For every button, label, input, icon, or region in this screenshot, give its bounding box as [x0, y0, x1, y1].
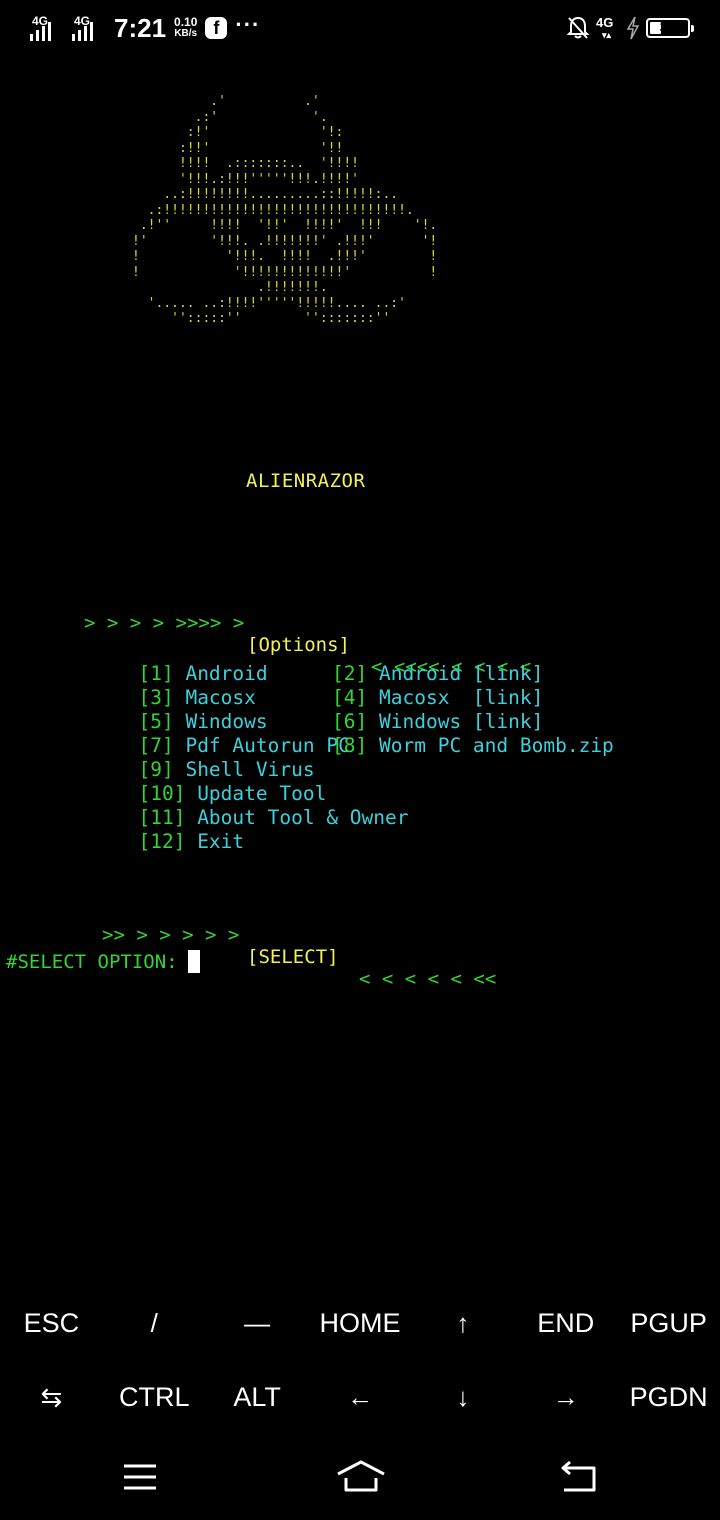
select-banner-left-arrows: >> > > > > > — [102, 924, 240, 946]
key-home[interactable]: HOME — [309, 1286, 412, 1360]
key-alt[interactable]: ALT — [206, 1360, 309, 1434]
menu-row: [7] Pdf Autorun PC [8] Worm PC and Bomb.… — [68, 734, 613, 758]
key-pgdn[interactable]: PGDN — [617, 1360, 720, 1434]
option-3[interactable]: [3] Macosx — [138, 686, 255, 710]
menu-lines-icon[interactable] — [122, 1458, 158, 1498]
select-banner-right-arrows: < < < < < << — [359, 968, 497, 990]
extra-keys-bar: ESC / — HOME ↑ END PGUP ⇆ CTRL ALT ← ↓ →… — [0, 1286, 720, 1434]
menu-row: [1] Android [2] Android [link] — [68, 662, 543, 686]
menu-row: [9] Shell Virus — [68, 758, 314, 782]
option-10[interactable]: [10] Update Tool — [138, 782, 326, 806]
prompt-text: #SELECT OPTION: — [6, 950, 178, 973]
key-tab[interactable]: ⇆ — [0, 1360, 103, 1434]
signal-1-icon: 4G — [30, 15, 64, 41]
option-2[interactable]: [2] Android [link] — [332, 662, 543, 686]
notifications-off-icon — [566, 16, 590, 39]
option-7[interactable]: [7] Pdf Autorun PC — [138, 734, 349, 758]
speed-value: 0.10 — [174, 15, 198, 29]
options-banner-left-arrows: > > > > >>>> > — [84, 612, 245, 634]
select-banner-label: [SELECT] — [247, 946, 339, 968]
more-dots-icon: ··· — [235, 12, 261, 37]
extra-keys-row-2: ⇆ CTRL ALT ← ↓ → PGDN — [0, 1360, 720, 1434]
key-ctrl[interactable]: CTRL — [103, 1360, 206, 1434]
option-11[interactable]: [11] About Tool & Owner — [138, 806, 408, 830]
network-label: 4G — [596, 15, 614, 30]
key-dash[interactable]: — — [206, 1286, 309, 1360]
text-cursor — [187, 950, 200, 973]
option-4[interactable]: [4] Macosx [link] — [332, 686, 543, 710]
mobile-data-icon: 4G ▾▴ — [596, 15, 614, 40]
signal-2-icon: 4G — [72, 15, 106, 41]
option-12[interactable]: [12] Exit — [138, 830, 244, 854]
options-menu: [1] Android [2] Android [link] [3] Macos… — [68, 662, 613, 854]
facebook-icon: f — [205, 17, 228, 39]
menu-row: [5] Windows [6] Windows [link] — [68, 710, 543, 734]
key-up-arrow[interactable]: ↑ — [411, 1286, 514, 1360]
options-banner-label: [Options] — [247, 634, 350, 656]
system-nav-bar — [0, 1438, 720, 1520]
biohazard-ascii-art: .' .' .:' '. :!' '!: :!!' '!! !!!! .::::… — [132, 94, 438, 326]
home-icon[interactable] — [336, 1458, 386, 1498]
status-left: 4G 4G 7:21 0.10 KB/s f ··· — [30, 14, 260, 42]
menu-row: [3] Macosx [4] Macosx [link] — [68, 686, 543, 710]
extra-keys-row-1: ESC / — HOME ↑ END PGUP — [0, 1286, 720, 1360]
menu-row: [11] About Tool & Owner — [68, 806, 408, 830]
option-5[interactable]: [5] Windows — [138, 710, 267, 734]
key-pgup[interactable]: PGUP — [617, 1286, 720, 1360]
speed-unit: KB/s — [174, 28, 198, 39]
key-slash[interactable]: / — [103, 1286, 206, 1360]
menu-row: [10] Update Tool — [68, 782, 326, 806]
select-option-prompt[interactable]: #SELECT OPTION: — [6, 950, 200, 973]
option-1[interactable]: [1] Android — [138, 662, 267, 686]
menu-row: [12] Exit — [68, 830, 244, 854]
option-6[interactable]: [6] Windows [link] — [332, 710, 543, 734]
charging-icon — [626, 16, 640, 40]
option-8[interactable]: [8] Worm PC and Bomb.zip — [332, 734, 614, 758]
key-down-arrow[interactable]: ↓ — [411, 1360, 514, 1434]
back-icon[interactable] — [560, 1458, 600, 1498]
key-esc[interactable]: ESC — [0, 1286, 103, 1360]
option-9[interactable]: [9] Shell Virus — [138, 758, 314, 782]
network-speed: 0.10 KB/s — [174, 16, 197, 40]
status-bar: 4G 4G 7:21 0.10 KB/s f ··· 4G ▾▴ 37 — [0, 0, 720, 56]
brand-title: ALIENRAZOR — [246, 470, 366, 492]
battery-level: 37 — [659, 19, 677, 36]
key-left-arrow[interactable]: ← — [309, 1360, 412, 1434]
status-right: 4G ▾▴ 37 — [566, 14, 694, 42]
battery-icon: 37 — [646, 18, 694, 38]
key-end[interactable]: END — [514, 1286, 617, 1360]
key-right-arrow[interactable]: → — [514, 1360, 617, 1434]
clock: 7:21 — [114, 13, 167, 43]
